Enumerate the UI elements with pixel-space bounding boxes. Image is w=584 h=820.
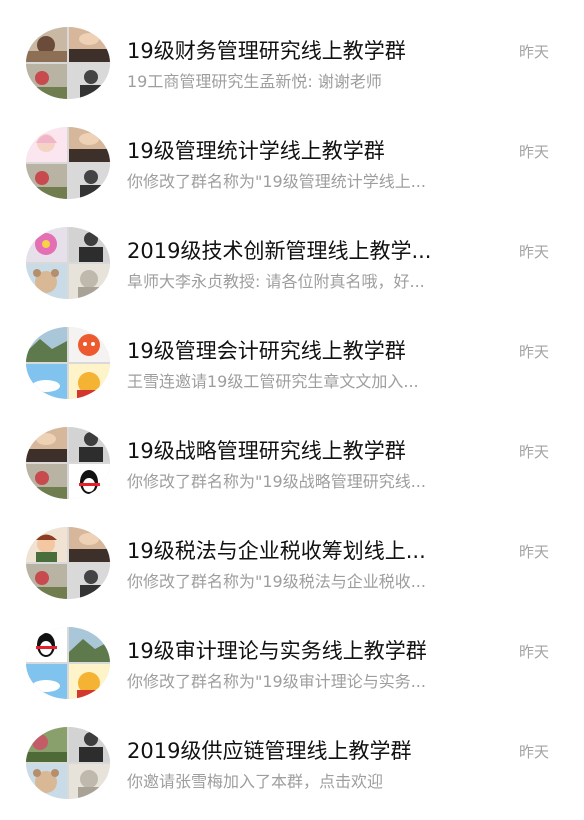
- avatar-tile-pink-flower: [26, 227, 67, 262]
- conversation-item[interactable]: 19级战略管理研究线上教学群 昨天 你修改了群名称为"19级战略管理研究线...: [0, 400, 584, 500]
- conversation-time: 昨天: [519, 343, 550, 361]
- conversation-title: 19级管理会计研究线上教学群: [127, 339, 406, 363]
- avatar-tile-garden: [26, 727, 67, 762]
- avatar-tile-sunset: [69, 527, 110, 562]
- avatar-tile-flower: [26, 564, 67, 599]
- avatar-tile-cartoon-boy: [26, 527, 67, 562]
- avatar-tile-penguin: [26, 627, 67, 662]
- avatar-tile-sunset: [69, 27, 110, 62]
- conversation-item[interactable]: 19级税法与企业税收筹划线上... 昨天 你修改了群名称为"19级税法与企业税收…: [0, 500, 584, 600]
- avatar-tile-portrait: [69, 564, 110, 599]
- group-avatar: [26, 227, 110, 299]
- group-avatar: [26, 527, 110, 599]
- avatar-tile-bear: [26, 264, 67, 299]
- avatar-tile-pooh: [69, 664, 110, 699]
- conversation-time: 昨天: [519, 643, 550, 661]
- conversation-time: 昨天: [519, 443, 550, 461]
- conversation-time: 昨天: [519, 743, 550, 761]
- avatar-tile-penguin: [69, 464, 110, 499]
- avatar-tile-sketch: [69, 764, 110, 799]
- avatar-tile-portrait: [69, 427, 110, 462]
- group-avatar: [26, 327, 110, 399]
- conversation-title: 19级战略管理研究线上教学群: [127, 439, 406, 463]
- group-avatar: [26, 427, 110, 499]
- conversation-item[interactable]: 19级财务管理研究线上教学群 昨天 19工商管理研究生孟新悦: 谢谢老师: [0, 0, 584, 100]
- conversation-preview: 阜师大李永贞教授: 请各位附真名哦，好...: [127, 272, 425, 291]
- avatar-tile-sky: [26, 664, 67, 699]
- conversation-preview: 王雪连邀请19级工管研究生章文文加入...: [127, 372, 419, 391]
- conversation-preview: 你修改了群名称为"19级税法与企业税收...: [127, 572, 426, 591]
- group-avatar: [26, 727, 110, 799]
- conversation-preview: 19工商管理研究生孟新悦: 谢谢老师: [127, 72, 382, 91]
- avatar-tile-sketch: [69, 264, 110, 299]
- conversation-item[interactable]: 2019级技术创新管理线上教学... 昨天 阜师大李永贞教授: 请各位附真名哦，…: [0, 200, 584, 300]
- avatar-tile-landscape: [26, 327, 67, 362]
- conversation-preview: 你修改了群名称为"19级管理统计学线上...: [127, 172, 426, 191]
- conversation-title: 19级财务管理研究线上教学群: [127, 39, 406, 63]
- avatar-tile-portrait: [69, 227, 110, 262]
- avatar-tile-portrait: [69, 727, 110, 762]
- conversation-preview: 你修改了群名称为"19级战略管理研究线...: [127, 472, 426, 491]
- avatar-tile-fox: [69, 327, 110, 362]
- conversation-item[interactable]: 19级管理会计研究线上教学群 昨天 王雪连邀请19级工管研究生章文文加入...: [0, 300, 584, 400]
- avatar-tile-bear: [26, 764, 67, 799]
- avatar-tile-portrait: [69, 164, 110, 199]
- avatar-tile-flower: [26, 464, 67, 499]
- conversation-preview: 你邀请张雪梅加入了本群，点击欢迎: [127, 772, 384, 791]
- avatar-tile-flower: [26, 164, 67, 199]
- conversation-title: 19级管理统计学线上教学群: [127, 139, 385, 163]
- conversation-item[interactable]: 19级管理统计学线上教学群 昨天 你修改了群名称为"19级管理统计学线上...: [0, 100, 584, 200]
- conversation-time: 昨天: [519, 43, 550, 61]
- group-avatar: [26, 627, 110, 699]
- conversation-preview: 你修改了群名称为"19级审计理论与实务...: [127, 672, 426, 691]
- avatar-tile-pooh: [69, 364, 110, 399]
- avatar-tile-sunset: [69, 127, 110, 162]
- conversation-time: 昨天: [519, 243, 550, 261]
- conversation-title: 19级税法与企业税收筹划线上...: [127, 539, 426, 563]
- avatar-tile-flower: [26, 64, 67, 99]
- conversation-list: 19级财务管理研究线上教学群 昨天 19工商管理研究生孟新悦: 谢谢老师 19级…: [0, 0, 584, 820]
- avatar-tile-portrait: [69, 64, 110, 99]
- avatar-tile-sunset: [26, 427, 67, 462]
- conversation-title: 19级审计理论与实务线上教学群: [127, 639, 427, 663]
- avatar-tile-photo: [26, 27, 67, 62]
- conversation-time: 昨天: [519, 543, 550, 561]
- avatar-tile-cartoon-girl: [26, 127, 67, 162]
- conversation-title: 2019级技术创新管理线上教学...: [127, 239, 432, 263]
- conversation-item[interactable]: 19级审计理论与实务线上教学群 昨天 你修改了群名称为"19级审计理论与实务..…: [0, 600, 584, 700]
- group-avatar: [26, 127, 110, 199]
- avatar-tile-landscape: [69, 627, 110, 662]
- avatar-tile-sky: [26, 364, 67, 399]
- conversation-item[interactable]: 2019级供应链管理线上教学群 昨天 你邀请张雪梅加入了本群，点击欢迎: [0, 700, 584, 800]
- group-avatar: [26, 27, 110, 99]
- conversation-time: 昨天: [519, 143, 550, 161]
- conversation-title: 2019级供应链管理线上教学群: [127, 739, 412, 763]
